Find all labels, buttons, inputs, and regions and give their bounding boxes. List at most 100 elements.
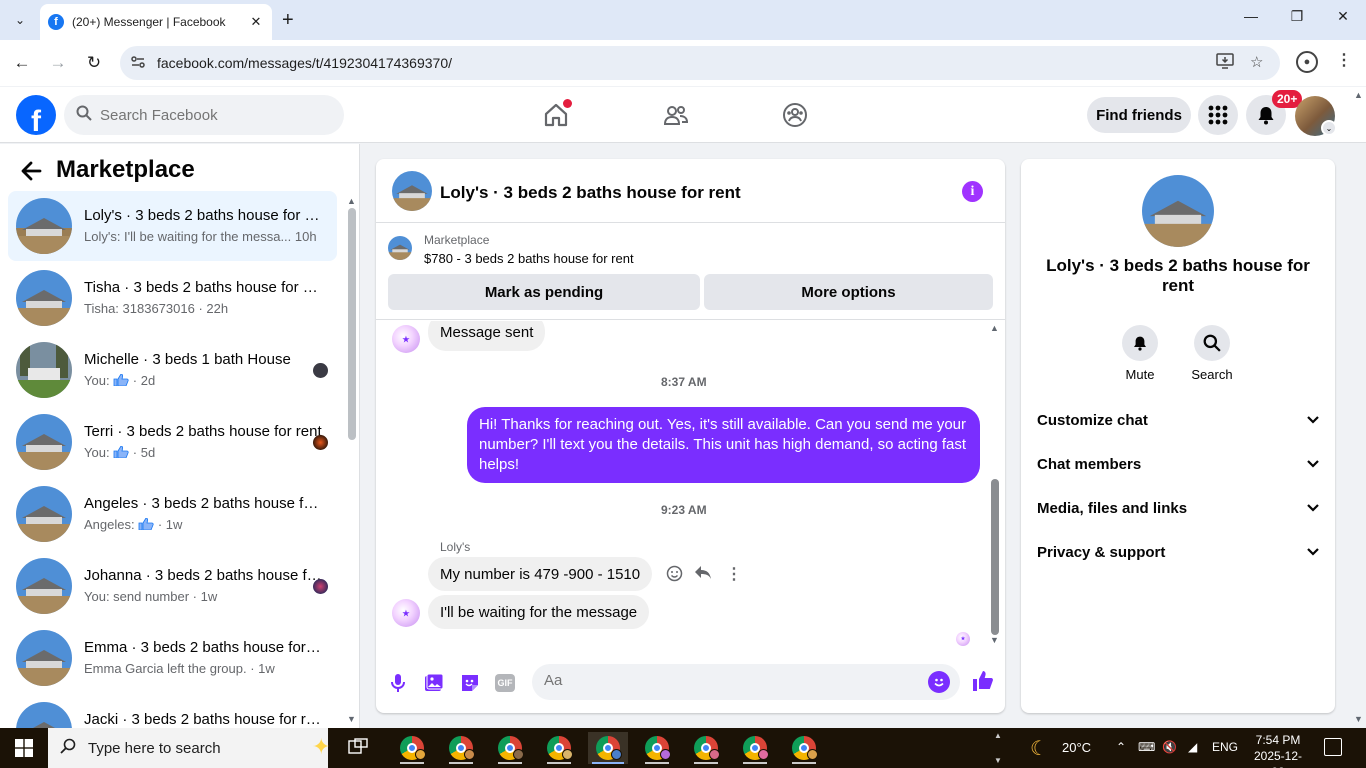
privacy-support-section[interactable]: Privacy & support bbox=[1037, 541, 1321, 565]
conversation-item-emma[interactable]: Emma · 3 beds 2 baths house for rent Emm… bbox=[8, 623, 337, 693]
info-icon[interactable]: i bbox=[962, 181, 983, 202]
react-emoji-icon[interactable] bbox=[666, 565, 683, 587]
task-view-icon[interactable] bbox=[348, 738, 370, 758]
home-icon[interactable] bbox=[542, 99, 572, 129]
conversation-name: Johanna · 3 beds 2 baths house for rent bbox=[84, 567, 322, 584]
bookmark-star-icon[interactable]: ☆ bbox=[1250, 53, 1263, 71]
tab-close-icon[interactable]: ✕ bbox=[248, 14, 264, 30]
search-input[interactable] bbox=[100, 106, 320, 124]
chrome-taskbar-app[interactable] bbox=[441, 732, 481, 764]
mark-as-pending-button[interactable]: Mark as pending bbox=[388, 274, 700, 310]
emoji-icon[interactable] bbox=[928, 671, 950, 693]
page-scroll-up-icon[interactable]: ▲ bbox=[1354, 90, 1363, 100]
more-actions-icon[interactable]: ⋮ bbox=[726, 564, 742, 584]
facebook-logo[interactable]: f bbox=[16, 95, 56, 135]
conversation-item-lolys[interactable]: Loly's · 3 beds 2 baths house for rent L… bbox=[8, 191, 337, 261]
browser-tab-messenger[interactable]: f (20+) Messenger | Facebook ✕ bbox=[40, 4, 272, 40]
photo-icon[interactable] bbox=[423, 672, 445, 694]
taskbar-scroll-down-icon[interactable]: ▼ bbox=[994, 756, 1002, 765]
chat-avatar[interactable] bbox=[392, 171, 432, 211]
customize-chat-section[interactable]: Customize chat bbox=[1037, 409, 1321, 433]
browser-menu-icon[interactable]: ⋮ bbox=[1336, 50, 1352, 70]
close-window-icon[interactable]: ✕ bbox=[1328, 8, 1358, 25]
profile-badge bbox=[807, 749, 818, 760]
account-chevron-icon[interactable]: ⌄ bbox=[1321, 120, 1337, 136]
chrome-taskbar-app[interactable] bbox=[539, 732, 579, 764]
omnibox[interactable]: facebook.com/messages/t/4192304174369370… bbox=[120, 46, 1280, 80]
hidden-icons-chevron-icon[interactable]: ⌃ bbox=[1116, 740, 1126, 754]
message-bubble-outgoing[interactable]: Hi! Thanks for reaching out. Yes, it's s… bbox=[467, 407, 980, 483]
chrome-taskbar-app[interactable] bbox=[686, 732, 726, 764]
chat-title[interactable]: Loly's · 3 beds 2 baths house for rent bbox=[440, 183, 741, 203]
message-bubble-incoming[interactable]: My number is 479 -900 - 1510 bbox=[428, 557, 653, 591]
page-scroll-down-icon[interactable]: ▼ bbox=[1354, 714, 1363, 724]
back-arrow-icon[interactable]: ← bbox=[10, 51, 34, 75]
groups-icon[interactable] bbox=[781, 101, 809, 129]
site-info-icon[interactable] bbox=[130, 54, 146, 73]
chrome-taskbar-app[interactable] bbox=[735, 732, 775, 764]
volume-muted-icon[interactable]: 🔇 bbox=[1162, 740, 1177, 754]
weather-moon-icon[interactable]: ☾ bbox=[1030, 736, 1048, 761]
install-app-icon[interactable] bbox=[1216, 53, 1234, 73]
conversation-preview: You: · 5d bbox=[84, 445, 156, 460]
minimize-icon[interactable]: — bbox=[1236, 8, 1266, 24]
weather-temperature[interactable]: 20°C bbox=[1062, 740, 1091, 755]
back-arrow-icon[interactable] bbox=[20, 160, 42, 188]
find-friends-button[interactable]: Find friends bbox=[1087, 97, 1191, 133]
menu-grid-icon[interactable] bbox=[1198, 95, 1238, 135]
chat-members-section[interactable]: Chat members bbox=[1037, 453, 1321, 477]
chrome-taskbar-app-active[interactable] bbox=[588, 732, 628, 764]
facebook-search-box[interactable] bbox=[64, 95, 344, 135]
message-bubble-incoming[interactable]: Message sent bbox=[428, 321, 546, 351]
conversation-item-tisha[interactable]: Tisha · 3 beds 2 baths house for rent Ti… bbox=[8, 263, 337, 333]
browser-profile-icon[interactable]: ● bbox=[1296, 51, 1318, 73]
url-text[interactable]: facebook.com/messages/t/4192304174369370… bbox=[157, 55, 452, 71]
sticker-icon[interactable] bbox=[459, 672, 481, 694]
message-bubble-incoming[interactable]: I'll be waiting for the message bbox=[428, 595, 650, 629]
friends-icon[interactable] bbox=[662, 101, 690, 129]
new-tab-icon[interactable]: + bbox=[282, 8, 294, 32]
chrome-taskbar-app[interactable] bbox=[784, 732, 824, 764]
reload-icon[interactable]: ↻ bbox=[82, 51, 106, 75]
chrome-taskbar-app[interactable] bbox=[392, 732, 432, 764]
contact-avatar: ★ bbox=[392, 599, 420, 627]
input-method-icon[interactable]: ⌨ bbox=[1138, 740, 1155, 754]
mute-button[interactable]: Mute bbox=[1110, 325, 1170, 382]
windows-start-icon[interactable] bbox=[0, 728, 48, 768]
tab-search-icon[interactable]: ⌄ bbox=[8, 8, 32, 32]
notification-center-icon[interactable] bbox=[1324, 738, 1342, 756]
scroll-up-arrow-icon[interactable]: ▲ bbox=[990, 323, 999, 333]
search-conversation-button[interactable]: Search bbox=[1182, 325, 1242, 382]
restore-icon[interactable]: ❐ bbox=[1282, 8, 1312, 25]
gif-icon[interactable]: GIF bbox=[495, 674, 515, 692]
chrome-taskbar-app[interactable] bbox=[637, 732, 677, 764]
system-clock[interactable]: 7:54 PM 2025-12-02 bbox=[1248, 732, 1308, 768]
scroll-down-arrow-icon[interactable]: ▼ bbox=[347, 714, 356, 724]
network-icon[interactable]: ◢ bbox=[1188, 740, 1197, 754]
message-timestamp: 9:23 AM bbox=[661, 503, 707, 517]
thread-scrollbar[interactable] bbox=[991, 479, 999, 635]
section-label: Media, files and links bbox=[1037, 500, 1188, 517]
message-input-box[interactable] bbox=[532, 664, 960, 700]
taskbar-scroll-up-icon[interactable]: ▲ bbox=[994, 731, 1002, 740]
scroll-down-arrow-icon[interactable]: ▼ bbox=[990, 635, 999, 645]
language-indicator[interactable]: ENG bbox=[1212, 740, 1238, 754]
message-input[interactable] bbox=[544, 672, 904, 689]
conversation-item-michelle[interactable]: Michelle · 3 beds 1 bath House You: · 2d bbox=[8, 335, 337, 405]
media-files-links-section[interactable]: Media, files and links bbox=[1037, 497, 1321, 521]
like-thumbs-up-icon[interactable] bbox=[971, 669, 995, 693]
scroll-up-arrow-icon[interactable]: ▲ bbox=[347, 196, 356, 206]
conversation-item-terri[interactable]: Terri · 3 beds 2 baths house for rent Yo… bbox=[8, 407, 337, 477]
conversation-item-johanna[interactable]: Johanna · 3 beds 2 baths house for rent … bbox=[8, 551, 337, 621]
conversation-item-jacki[interactable]: Jacki · 3 beds 2 baths house for rent bbox=[8, 695, 337, 728]
conversation-item-angeles[interactable]: Angeles · 3 beds 2 baths house for rent … bbox=[8, 479, 337, 549]
microphone-icon[interactable] bbox=[387, 672, 409, 694]
sidebar-scrollbar[interactable] bbox=[348, 208, 356, 440]
taskbar-search-box[interactable]: Type here to search ✦ bbox=[48, 728, 330, 768]
conversation-avatar[interactable] bbox=[1142, 175, 1214, 247]
forward-arrow-icon[interactable]: → bbox=[46, 51, 70, 75]
reply-icon[interactable] bbox=[694, 565, 712, 586]
chrome-taskbar-app[interactable] bbox=[490, 732, 530, 764]
listing-price-title[interactable]: $780 - 3 beds 2 baths house for rent bbox=[424, 251, 634, 266]
more-options-button[interactable]: More options bbox=[704, 274, 993, 310]
